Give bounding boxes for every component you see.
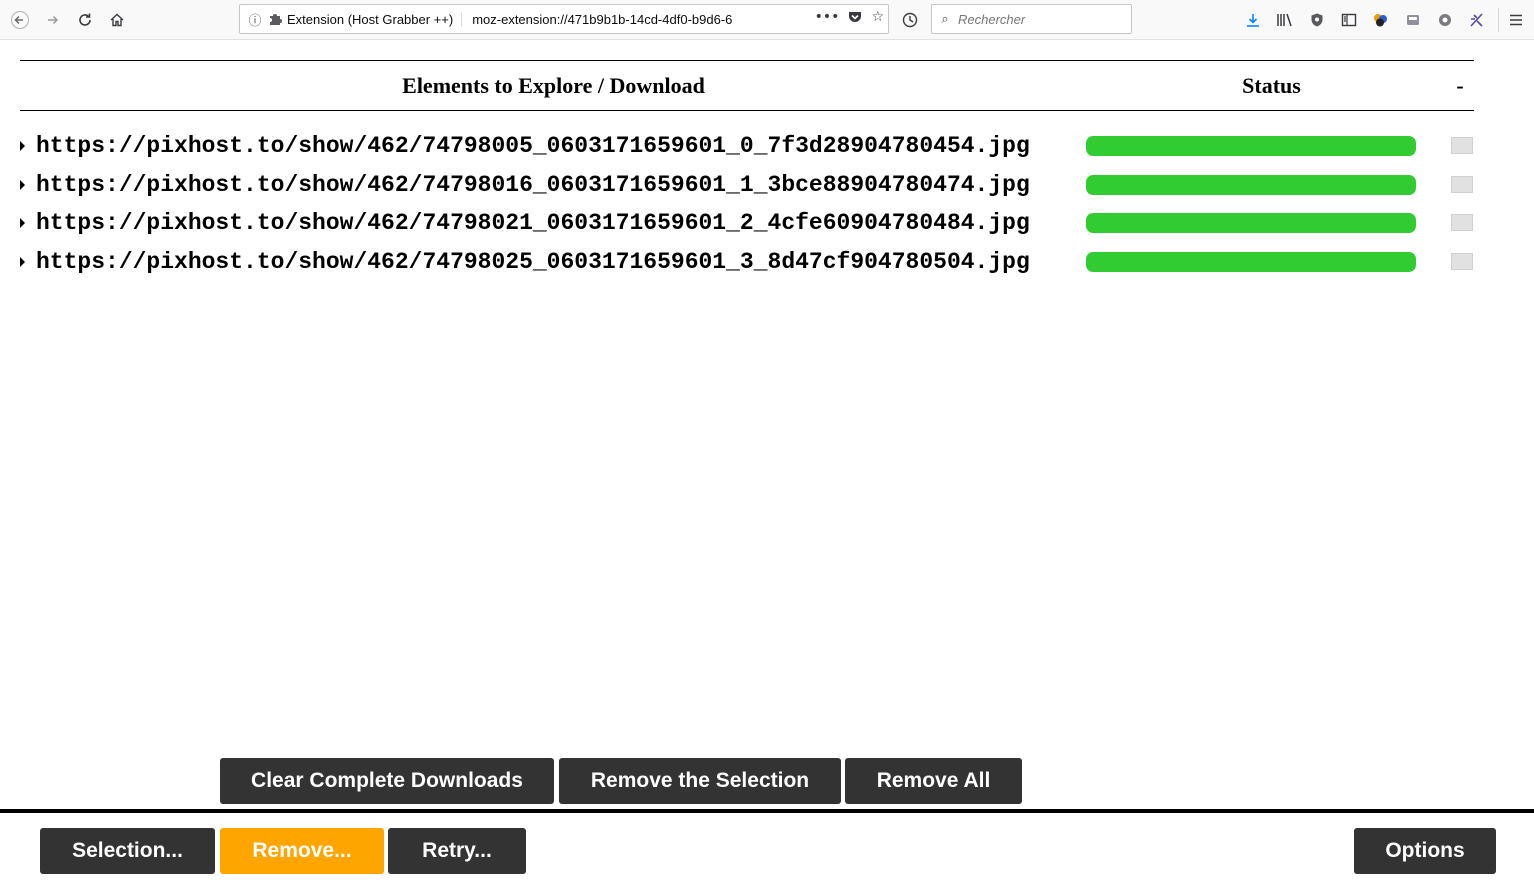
extension-name: Extension (Host Grabber ++)	[287, 11, 463, 27]
info-icon[interactable]: ⓘ	[244, 10, 266, 29]
header-status: Status	[1242, 73, 1301, 98]
reload-icon[interactable]	[71, 6, 99, 34]
row-url: https://pixhost.to/show/462/74798021_060…	[36, 210, 1030, 236]
downloads-table: Elements to Explore / Download Status - …	[20, 60, 1474, 275]
row-url: https://pixhost.to/show/462/74798005_060…	[36, 133, 1030, 159]
menu-icon[interactable]	[1505, 9, 1527, 31]
header-elements: Elements to Explore / Download	[402, 73, 705, 98]
pocket-icon[interactable]	[847, 9, 863, 29]
url-text[interactable]: moz-extension://471b9b1b-14cd-4df0-b9d6-…	[462, 12, 754, 27]
download-icon[interactable]	[1242, 9, 1264, 31]
row-url: https://pixhost.to/show/462/74798025_060…	[36, 249, 1030, 275]
row-checkbox[interactable]	[1451, 176, 1473, 193]
clear-complete-downloads-button[interactable]: Clear Complete Downloads	[220, 758, 554, 804]
remove-menu-button[interactable]: Remove...	[220, 828, 384, 874]
table-row[interactable]: https://pixhost.to/show/462/74798025_060…	[20, 246, 1474, 284]
row-url: https://pixhost.to/show/462/74798016_060…	[36, 172, 1030, 198]
library-icon[interactable]	[1274, 9, 1296, 31]
search-bar[interactable]: ⌕	[931, 4, 1132, 34]
expand-caret-icon[interactable]	[20, 141, 25, 151]
selection-menu-button[interactable]: Selection...	[40, 828, 215, 874]
page-actions-icon[interactable]: •••	[815, 9, 840, 29]
footer-divider	[0, 809, 1534, 813]
history-icon[interactable]	[896, 6, 924, 34]
bookmark-star-icon[interactable]: ☆	[871, 9, 884, 29]
host-grabber-icon[interactable]	[1466, 9, 1488, 31]
progress-fill	[1086, 175, 1416, 195]
expand-caret-icon[interactable]	[20, 218, 25, 228]
table-row[interactable]: https://pixhost.to/show/462/74798016_060…	[20, 169, 1474, 207]
browser-toolbar: ⓘ Extension (Host Grabber ++) moz-extens…	[0, 0, 1534, 40]
row-checkbox[interactable]	[1451, 214, 1473, 231]
progress-bar	[1086, 213, 1416, 233]
shield-icon[interactable]	[1306, 9, 1328, 31]
retry-menu-button[interactable]: Retry...	[388, 828, 526, 874]
expand-caret-icon[interactable]	[20, 180, 25, 190]
table-header: Elements to Explore / Download Status -	[20, 60, 1474, 111]
options-button[interactable]: Options	[1354, 828, 1496, 874]
table-row[interactable]: https://pixhost.to/show/462/74798021_060…	[20, 207, 1474, 245]
remove-selection-button[interactable]: Remove the Selection	[559, 758, 841, 804]
search-icon: ⌕	[941, 11, 949, 27]
back-icon[interactable]	[6, 6, 34, 34]
forward-icon[interactable]	[39, 6, 67, 34]
puzzle-icon	[270, 14, 282, 25]
progress-bar	[1086, 136, 1416, 156]
color-dots-icon[interactable]	[1370, 9, 1392, 31]
remove-all-button[interactable]: Remove All	[845, 758, 1022, 804]
url-bar[interactable]: ⓘ Extension (Host Grabber ++) moz-extens…	[239, 4, 889, 34]
expand-caret-icon[interactable]	[20, 257, 25, 267]
container-icon[interactable]	[1402, 9, 1424, 31]
progress-bar	[1086, 252, 1416, 272]
progress-fill	[1086, 213, 1416, 233]
row-checkbox[interactable]	[1451, 137, 1473, 154]
reader-sidebar-icon[interactable]	[1338, 9, 1360, 31]
row-checkbox[interactable]	[1451, 253, 1473, 270]
progress-fill	[1086, 252, 1416, 272]
gear-extension-icon[interactable]	[1434, 9, 1456, 31]
header-dash[interactable]: -	[1446, 73, 1474, 99]
progress-fill	[1086, 136, 1416, 156]
toolbar-separator	[1498, 8, 1499, 32]
home-icon[interactable]	[103, 6, 131, 34]
table-row[interactable]: https://pixhost.to/show/462/74798005_060…	[20, 130, 1474, 168]
progress-bar	[1086, 175, 1416, 195]
search-input[interactable]	[958, 11, 1118, 27]
